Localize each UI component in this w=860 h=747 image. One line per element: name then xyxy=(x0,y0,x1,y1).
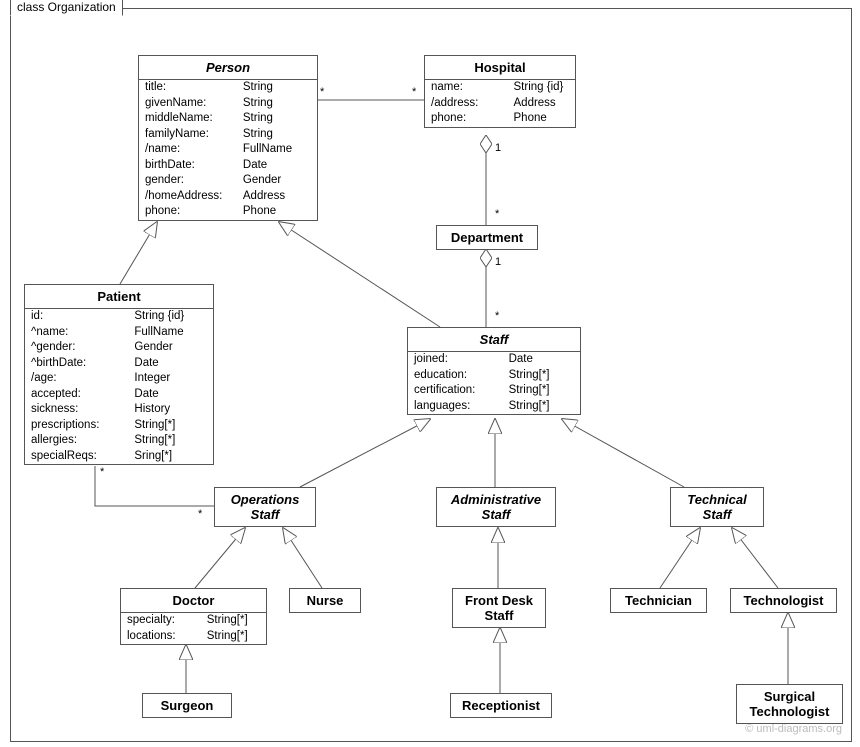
frame-label: class Organization xyxy=(10,0,123,16)
class-title: Doctor xyxy=(121,589,266,613)
class-department: Department xyxy=(436,225,538,250)
class-attrs-doctor: specialty:String[*]locations:String[*] xyxy=(121,613,266,644)
mult-person-hospital-left: * xyxy=(320,86,324,98)
class-staff: Staff joined:Dateeducation:String[*]cert… xyxy=(407,327,581,415)
class-title: Operations Staff xyxy=(215,488,315,526)
class-person: Person title:StringgivenName:Stringmiddl… xyxy=(138,55,318,221)
mult-person-hospital-right: * xyxy=(412,86,416,98)
class-front-desk-staff: Front Desk Staff xyxy=(452,588,546,628)
class-title: Technical Staff xyxy=(671,488,763,526)
class-hospital: Hospital name:String {id}/address:Addres… xyxy=(424,55,576,128)
class-title: Staff xyxy=(408,328,580,352)
class-operations-staff: Operations Staff xyxy=(214,487,316,527)
class-title: Nurse xyxy=(290,589,360,612)
class-receptionist: Receptionist xyxy=(450,693,552,718)
mult-patient-ops-right: * xyxy=(198,508,202,520)
class-title: Surgeon xyxy=(143,694,231,717)
class-attrs-person: title:StringgivenName:StringmiddleName:S… xyxy=(139,80,317,220)
mult-hosp-dept-top: 1 xyxy=(495,142,501,154)
class-title: Surgical Technologist xyxy=(737,685,842,723)
mult-patient-ops-left: * xyxy=(100,466,104,478)
class-title: Technologist xyxy=(731,589,836,612)
class-doctor: Doctor specialty:String[*]locations:Stri… xyxy=(120,588,267,645)
class-attrs-staff: joined:Dateeducation:String[*]certificat… xyxy=(408,352,580,414)
class-title: Receptionist xyxy=(451,694,551,717)
class-attrs-patient: id:String {id}^name:FullName^gender:Gend… xyxy=(25,309,213,464)
mult-dept-staff-bottom: * xyxy=(495,310,499,322)
class-patient: Patient id:String {id}^name:FullName^gen… xyxy=(24,284,214,465)
watermark: © uml-diagrams.org xyxy=(745,723,842,735)
class-administrative-staff: Administrative Staff xyxy=(436,487,556,527)
class-title: Front Desk Staff xyxy=(453,589,545,627)
class-title: Department xyxy=(437,226,537,249)
class-technician: Technician xyxy=(610,588,707,613)
mult-dept-staff-top: 1 xyxy=(495,256,501,268)
class-title: Hospital xyxy=(425,56,575,80)
class-title: Technician xyxy=(611,589,706,612)
class-technologist: Technologist xyxy=(730,588,837,613)
class-title: Person xyxy=(139,56,317,80)
class-surgical-technologist: Surgical Technologist xyxy=(736,684,843,724)
mult-hosp-dept-bottom: * xyxy=(495,208,499,220)
class-attrs-hospital: name:String {id}/address:Addressphone:Ph… xyxy=(425,80,575,127)
class-surgeon: Surgeon xyxy=(142,693,232,718)
class-title: Administrative Staff xyxy=(437,488,555,526)
class-nurse: Nurse xyxy=(289,588,361,613)
class-technical-staff: Technical Staff xyxy=(670,487,764,527)
class-title: Patient xyxy=(25,285,213,309)
